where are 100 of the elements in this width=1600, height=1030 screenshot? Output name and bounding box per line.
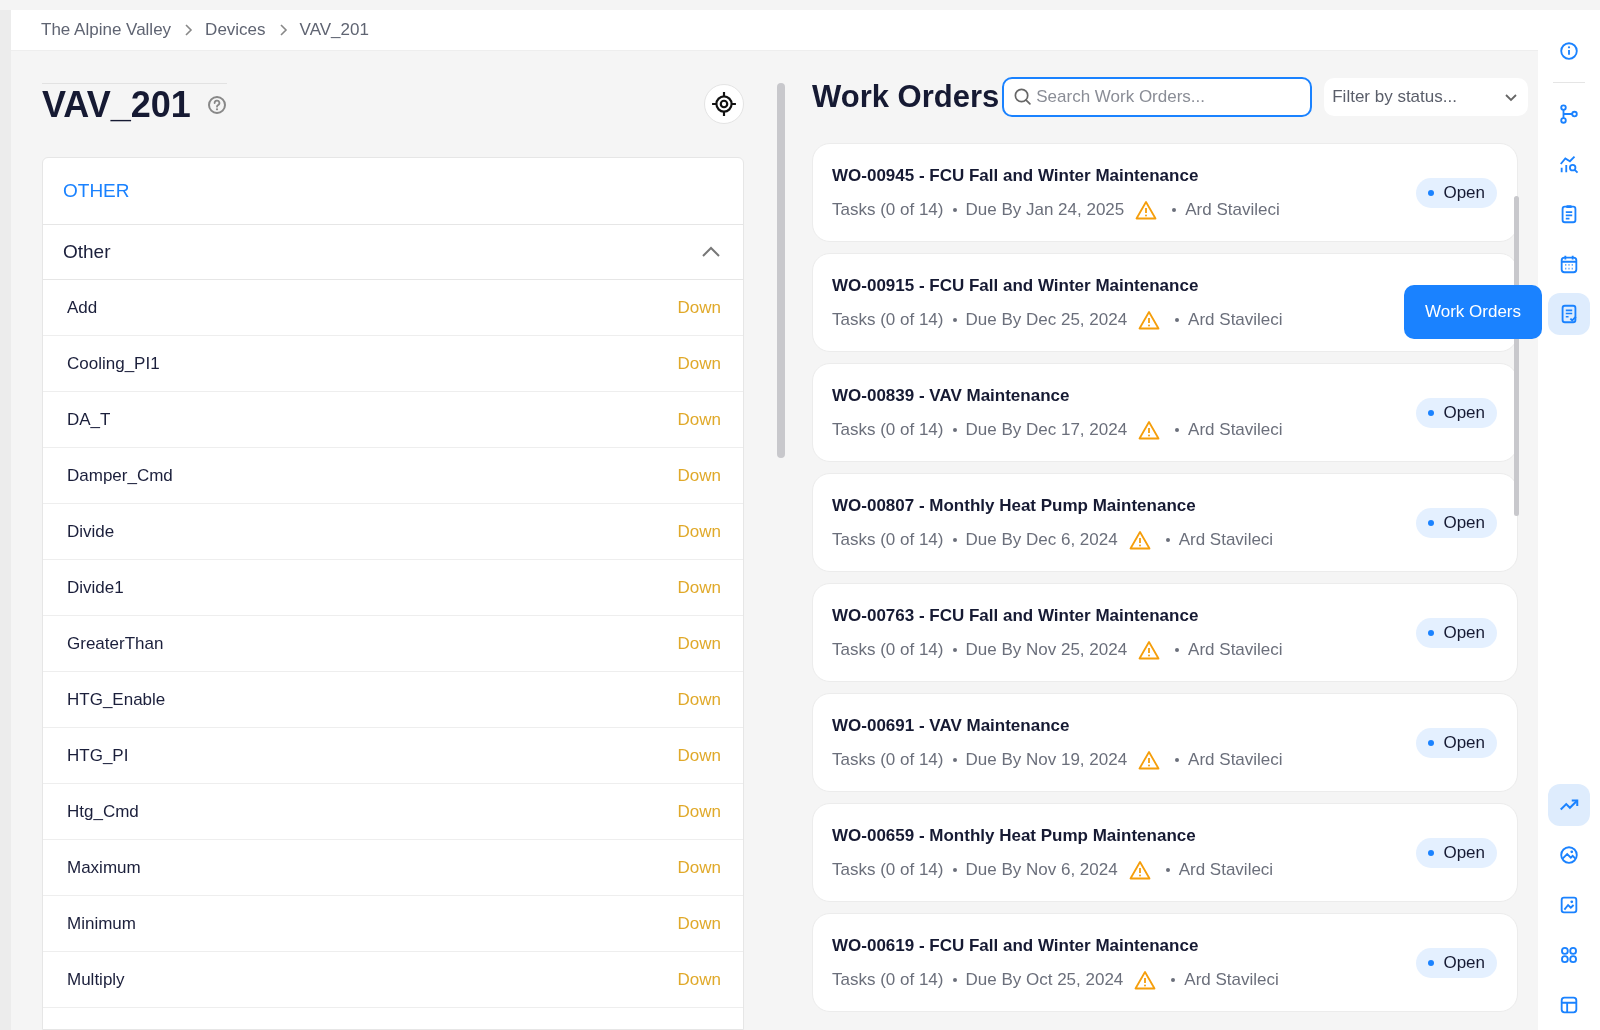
status-badge: Open: [1416, 727, 1497, 758]
task-count: Tasks (0 of 14): [832, 859, 944, 880]
separator-dot: [1175, 757, 1180, 762]
work-order-title: WO-00807 - Monthly Heat Pump Maintenance: [832, 495, 1197, 516]
separator-dot: [952, 757, 957, 762]
status-badge: Open: [1416, 837, 1497, 868]
grid-icon: [1558, 944, 1580, 966]
point-name: Add: [67, 297, 98, 318]
separator-dot: [952, 867, 957, 872]
scrollbar[interactable]: [777, 83, 785, 458]
category-heading: OTHER: [43, 158, 743, 225]
task-count: Tasks (0 of 14): [832, 419, 944, 440]
work-order-card[interactable]: WO-00807 - Monthly Heat Pump Maintenance Tasks (0 of 14) Due By Dec 6, 2024 Ard Stavileci Open: [812, 473, 1518, 572]
calendar-icon: [1558, 253, 1580, 275]
point-status: Down: [677, 857, 721, 878]
locate-button[interactable]: [704, 84, 744, 124]
separator-dot: [952, 317, 957, 322]
point-status: Down: [677, 465, 721, 486]
task-count: Tasks (0 of 14): [832, 639, 944, 660]
separator-dot: [1175, 317, 1180, 322]
breadcrumb-link[interactable]: Devices: [205, 20, 266, 40]
work-order-title: WO-00915 - FCU Fall and Winter Maintenance: [832, 275, 1200, 296]
chevron-right-icon: [277, 23, 288, 37]
status-dropdown[interactable]: Filter by status...: [1324, 78, 1528, 116]
point-status: Down: [677, 633, 721, 654]
work-order-title: WO-00691 - VAV Maintenance: [832, 715, 1071, 736]
due-date: Due By Jan 24, 2025: [965, 199, 1125, 220]
point-name: Multiply: [67, 969, 125, 990]
device-title: VAV_201: [42, 83, 191, 126]
point-name: HTG_PI: [67, 745, 129, 766]
due-date: Due By Dec 25, 2024: [965, 309, 1128, 330]
separator-dot: [952, 647, 957, 652]
search-icon: [1013, 87, 1033, 106]
point-status: Down: [677, 689, 721, 710]
point-name: DA_T: [67, 409, 111, 430]
point-status: Down: [677, 297, 721, 318]
due-date: Due By Nov 6, 2024: [965, 859, 1118, 880]
separator-dot: [1172, 207, 1177, 212]
work-order-card[interactable]: WO-00659 - Monthly Heat Pump Maintenance Tasks (0 of 14) Due By Nov 6, 2024 Ard Stavileci Open: [812, 803, 1518, 902]
work-order-title: WO-00659 - Monthly Heat Pump Maintenance: [832, 825, 1197, 846]
search-field[interactable]: Search Work Orders...: [1002, 77, 1313, 117]
point-status: Down: [677, 353, 721, 374]
breadcrumb-link[interactable]: VAV_201: [299, 20, 369, 40]
assignee-name: Ard Stavileci: [1178, 529, 1274, 550]
image-icon: [1558, 844, 1580, 866]
chevron-right-icon: [183, 23, 194, 37]
work-order-card[interactable]: WO-00763 - FCU Fall and Winter Maintenance Tasks (0 of 14) Due By Nov 25, 2024 Ard Stavileci Open: [812, 583, 1518, 682]
point-name: Minimum: [67, 913, 136, 934]
separator-dot: [952, 207, 957, 212]
task-count: Tasks (0 of 14): [832, 529, 944, 550]
assignee-name: Ard Stavileci: [1185, 199, 1280, 220]
point-name: Maximum: [67, 857, 141, 878]
help-icon[interactable]: [206, 94, 227, 115]
assignee-name: Ard Stavileci: [1188, 749, 1283, 770]
separator-dot: [1165, 867, 1170, 872]
point-name: Divide1: [67, 577, 124, 598]
assignee-name: Ard Stavileci: [1184, 969, 1279, 990]
separator-dot: [1171, 977, 1176, 982]
due-date: Due By Nov 19, 2024: [965, 749, 1128, 770]
work-order-title: WO-00763 - FCU Fall and Winter Maintenance: [832, 605, 1200, 626]
assignee-name: Ard Stavileci: [1188, 419, 1283, 440]
due-date: Due By Nov 25, 2024: [965, 639, 1128, 660]
point-status: Down: [677, 969, 721, 990]
work-order-card[interactable]: WO-00945 - FCU Fall and Winter Maintenance Tasks (0 of 14) Due By Jan 24, 2025 Ard Stavileci Open: [812, 143, 1518, 242]
work-order-card[interactable]: WO-00619 - FCU Fall and Winter Maintenance Tasks (0 of 14) Due By Oct 25, 2024 Ard Stavileci Open: [812, 913, 1518, 1012]
task-count: Tasks (0 of 14): [832, 749, 944, 770]
work-order-card[interactable]: WO-00691 - VAV Maintenance Tasks (0 of 14) Due By Nov 19, 2024 Ard Stavileci Open: [812, 693, 1518, 792]
status-badge: Open: [1416, 177, 1497, 208]
breadcrumb-link[interactable]: The Alpine Valley: [41, 20, 172, 40]
section-title: Work Orders: [812, 79, 1000, 115]
separator-dot: [952, 537, 957, 542]
status-badge: Open: [1416, 507, 1497, 538]
assignee-name: Ard Stavileci: [1188, 309, 1283, 330]
task-count: Tasks (0 of 14): [832, 969, 944, 990]
group-header[interactable]: Other: [43, 225, 743, 280]
info-icon: [1558, 40, 1580, 62]
status-badge: Open: [1416, 397, 1497, 428]
sidebar-button[interactable]: [1548, 293, 1590, 335]
work-order-title: WO-00839 - VAV Maintenance: [832, 385, 1071, 406]
work-order-title: WO-00945 - FCU Fall and Winter Maintenance: [832, 165, 1200, 186]
point-status: Down: [677, 745, 721, 766]
task-count: Tasks (0 of 14): [832, 199, 944, 220]
layout-icon: [1558, 994, 1580, 1016]
photo-icon: [1558, 894, 1580, 916]
point-name: GreaterThan: [67, 633, 164, 654]
separator-dot: [952, 977, 957, 982]
separator-dot: [952, 427, 957, 432]
point-name: HTG_Enable: [67, 689, 166, 710]
point-status: Down: [677, 521, 721, 542]
separator-dot: [1175, 427, 1180, 432]
chart-search-icon: [1558, 153, 1580, 175]
due-date: Due By Dec 17, 2024: [965, 419, 1128, 440]
tooltip: Work Orders: [1404, 285, 1542, 339]
point-name: Divide: [67, 521, 115, 542]
due-date: Due By Oct 25, 2024: [965, 969, 1124, 990]
point-name: Cooling_PI1: [67, 353, 160, 374]
point-status: Down: [677, 801, 721, 822]
separator-dot: [1165, 537, 1170, 542]
sidebar-button[interactable]: [1548, 784, 1590, 826]
point-name: Htg_Cmd: [67, 801, 139, 822]
